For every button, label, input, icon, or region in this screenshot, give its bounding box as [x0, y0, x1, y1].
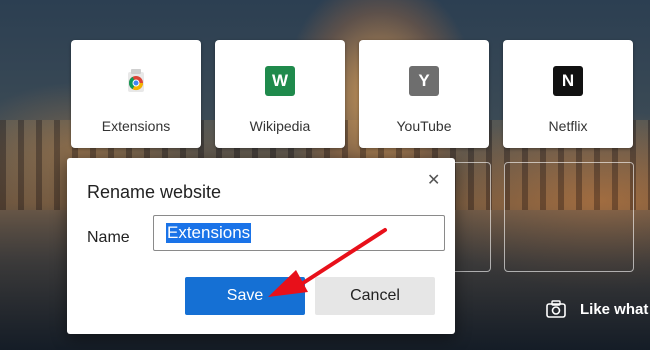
save-button[interactable]: Save — [185, 277, 305, 315]
name-input-value: Extensions — [166, 223, 252, 243]
chrome-extensions-icon — [121, 66, 151, 96]
background-feedback[interactable]: Like what — [546, 300, 648, 318]
quick-link-tile-wikipedia[interactable]: W Wikipedia — [215, 40, 345, 148]
feedback-text: Like what — [580, 300, 649, 318]
close-icon[interactable]: ✕ — [427, 170, 440, 190]
rename-website-dialog: Rename website ✕ Name Extensions Save Ca… — [67, 158, 455, 334]
tile-label: Wikipedia — [249, 118, 311, 134]
empty-tile-placeholder[interactable] — [504, 162, 634, 272]
netflix-icon: N — [553, 66, 583, 96]
cancel-button[interactable]: Cancel — [315, 277, 435, 315]
quick-link-tile-extensions[interactable]: Extensions — [71, 40, 201, 148]
wikipedia-icon: W — [265, 66, 295, 96]
dialog-title: Rename website — [87, 182, 222, 202]
quick-link-tile-netflix[interactable]: N Netflix — [503, 40, 633, 148]
name-label: Name — [87, 229, 130, 246]
youtube-icon: Y — [409, 66, 439, 96]
tile-label: Netflix — [548, 118, 588, 134]
tile-label: Extensions — [101, 118, 171, 134]
camera-icon — [546, 300, 566, 318]
name-input[interactable]: Extensions — [153, 215, 445, 251]
quick-link-tile-youtube[interactable]: Y YouTube — [359, 40, 489, 148]
tile-label: YouTube — [396, 118, 452, 134]
